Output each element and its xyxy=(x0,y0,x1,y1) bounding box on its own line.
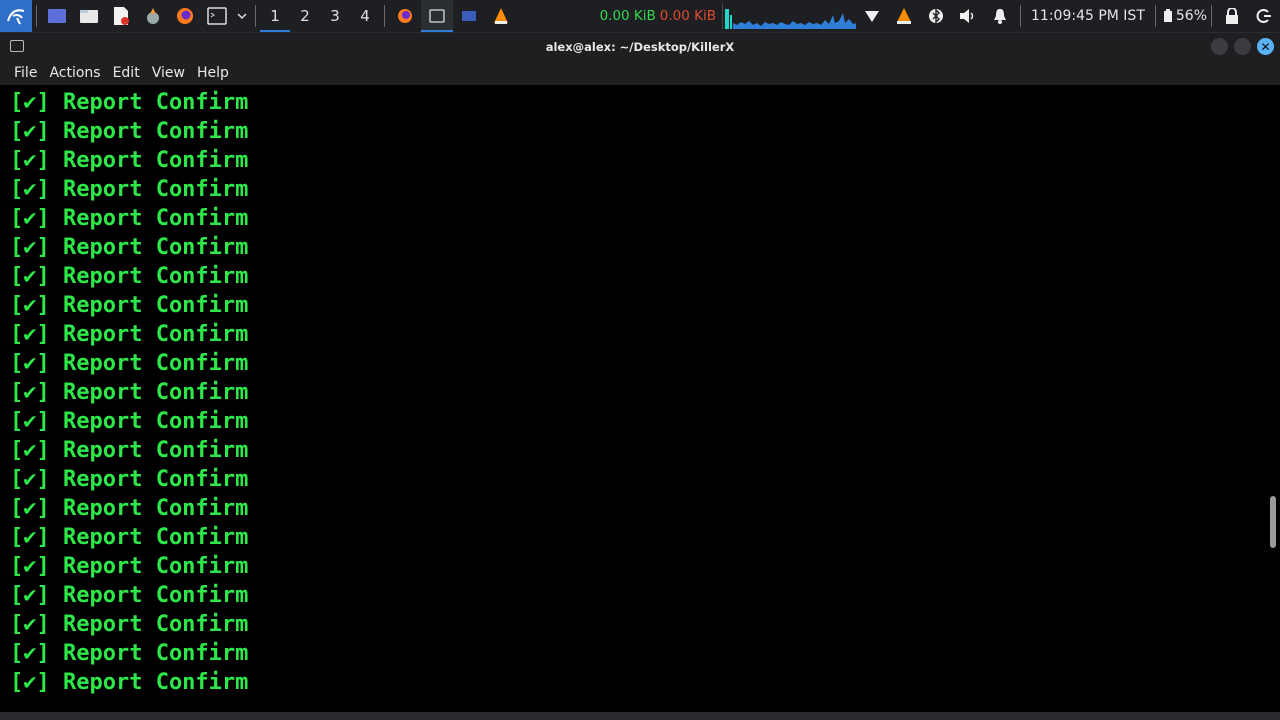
terminal-scrollbar[interactable] xyxy=(1270,496,1276,548)
minimize-button[interactable] xyxy=(1211,38,1228,55)
window-controls: ✕ xyxy=(1211,38,1274,55)
terminal-line: [✔] Report Confirm xyxy=(10,496,249,521)
panel-separator xyxy=(255,5,256,27)
menu-bar: File Actions Edit View Help xyxy=(0,61,1280,85)
window-bottom-border xyxy=(0,712,1280,720)
terminal-line: [✔] Report Confirm xyxy=(10,177,249,202)
workspace-1[interactable]: 1 xyxy=(260,0,290,33)
close-button[interactable]: ✕ xyxy=(1257,38,1274,55)
terminal-line: [✔] Report Confirm xyxy=(10,351,249,376)
terminal-line: [✔] Report Confirm xyxy=(10,467,249,492)
show-desktop-icon[interactable] xyxy=(41,0,73,33)
bluetooth-icon[interactable] xyxy=(920,0,952,33)
menu-file[interactable]: File xyxy=(8,65,43,81)
battery-percentage: 56% xyxy=(1175,8,1207,24)
panel-separator xyxy=(1211,5,1212,27)
text-editor-icon[interactable] xyxy=(105,0,137,33)
terminal-line: [✔] Report Confirm xyxy=(10,612,249,637)
menu-view[interactable]: View xyxy=(146,65,191,81)
terminal-line: [✔] Report Confirm xyxy=(10,641,249,666)
battery-icon[interactable] xyxy=(1160,0,1176,33)
file-manager-icon[interactable] xyxy=(73,0,105,33)
menu-actions[interactable]: Actions xyxy=(43,65,106,81)
taskbar-window-icon[interactable] xyxy=(453,0,485,33)
terminal-line: [✔] Report Confirm xyxy=(10,322,249,347)
terminal-output[interactable]: [✔] Report Confirm [✔] Report Confirm [✔… xyxy=(0,85,1266,720)
terminal-window-icon[interactable] xyxy=(10,40,24,52)
taskbar-terminal-icon[interactable] xyxy=(421,0,453,33)
notification-bell-icon[interactable] xyxy=(984,0,1016,33)
panel-separator xyxy=(1154,5,1156,27)
net-download-speed: 0.00 KiB xyxy=(659,8,716,24)
terminal-line: [✔] Report Confirm xyxy=(10,380,249,405)
window-title: alex@alex: ~/Desktop/KillerX xyxy=(545,40,735,54)
terminal-line: [✔] Report Confirm xyxy=(10,90,249,115)
terminal-line: [✔] Report Confirm xyxy=(10,525,249,550)
terminal-line: [✔] Report Confirm xyxy=(10,554,249,579)
lock-screen-icon[interactable] xyxy=(1216,0,1248,33)
taskbar-vlc-icon[interactable] xyxy=(485,0,517,33)
firefox-launcher-icon[interactable] xyxy=(169,0,201,33)
panel-separator xyxy=(36,5,37,27)
menu-help[interactable]: Help xyxy=(191,65,235,81)
maximize-button[interactable] xyxy=(1234,38,1251,55)
network-graph xyxy=(722,3,856,29)
chevron-down-icon[interactable] xyxy=(233,0,251,33)
panel-separator xyxy=(384,5,385,27)
terminal-line: [✔] Report Confirm xyxy=(10,409,249,434)
workspace-3[interactable]: 3 xyxy=(320,0,350,33)
terminal-line: [✔] Report Confirm xyxy=(10,670,249,695)
window-titlebar[interactable]: alex@alex: ~/Desktop/KillerX ✕ xyxy=(0,33,1280,61)
terminal-line: [✔] Report Confirm xyxy=(10,438,249,463)
terminal-launcher-icon[interactable] xyxy=(201,0,233,33)
wifi-icon[interactable] xyxy=(856,0,888,33)
workspace-4[interactable]: 4 xyxy=(350,0,380,33)
terminal-line: [✔] Report Confirm xyxy=(10,235,249,260)
menu-edit[interactable]: Edit xyxy=(107,65,146,81)
terminal-line: [✔] Report Confirm xyxy=(10,148,249,173)
terminal-line: [✔] Report Confirm xyxy=(10,264,249,289)
terminal-line: [✔] Report Confirm xyxy=(10,583,249,608)
taskbar-firefox-icon[interactable] xyxy=(389,0,421,33)
kali-menu-icon[interactable] xyxy=(0,0,32,32)
logout-icon[interactable] xyxy=(1248,0,1280,33)
close-icon: ✕ xyxy=(1260,39,1271,54)
net-upload-speed: 0.00 KiB xyxy=(599,8,656,24)
clock[interactable]: 11:09:45 PM IST xyxy=(1025,8,1151,24)
panel-separator xyxy=(1020,5,1021,27)
workspace-2[interactable]: 2 xyxy=(290,0,320,33)
metasploit-icon[interactable] xyxy=(137,0,169,33)
terminal-line: [✔] Report Confirm xyxy=(10,293,249,318)
volume-icon[interactable] xyxy=(952,0,984,33)
terminal-line: [✔] Report Confirm xyxy=(10,119,249,144)
top-panel: 1 2 3 4 0.00 KiB 0.00 KiB 11:09:45 PM IS… xyxy=(0,0,1280,33)
vlc-tray-icon[interactable] xyxy=(888,0,920,33)
terminal-line: [✔] Report Confirm xyxy=(10,206,249,231)
